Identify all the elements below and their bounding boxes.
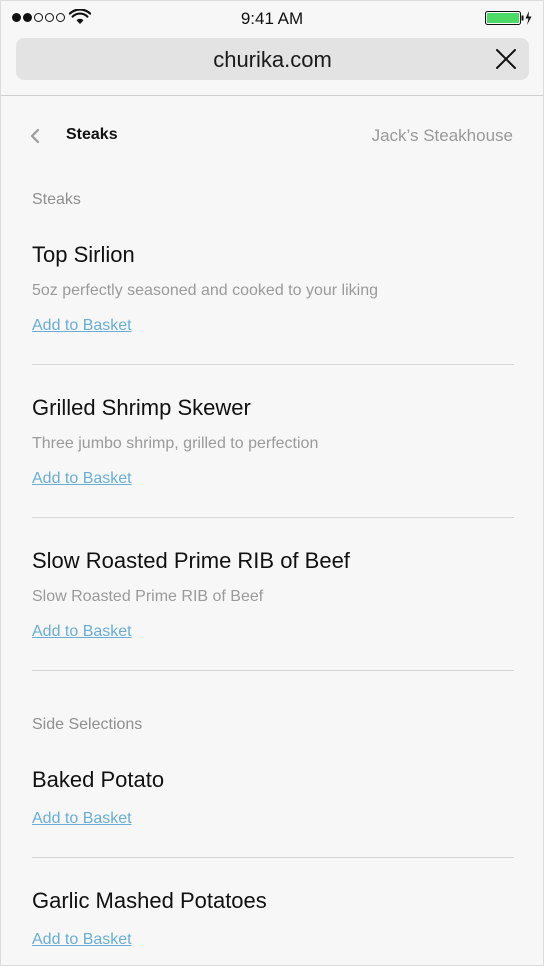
close-button[interactable] — [491, 44, 521, 74]
item-name: Grilled Shrimp Skewer — [32, 395, 251, 420]
status-time: 9:41 AM — [240, 9, 304, 28]
add-to-basket-link[interactable]: Add to Basket — [32, 931, 132, 949]
app-frame: 9:41 AM churika.com Steaks Jack’s Steakh… — [0, 0, 544, 966]
chevron-left-icon — [30, 128, 40, 144]
restaurant-name: Jack’s Steakhouse — [371, 126, 513, 145]
add-to-basket-link[interactable]: Add to Basket — [32, 317, 132, 335]
item-name: Slow Roasted Prime RIB of Beef — [32, 548, 350, 573]
url-text: churika.com — [213, 47, 332, 72]
section-header-steaks: Steaks — [32, 191, 81, 208]
page-nav: Steaks Jack’s Steakhouse — [1, 121, 543, 151]
status-bar: 9:41 AM — [1, 1, 543, 35]
menu-item: Garlic Mashed Potatoes Add to Basket — [32, 888, 514, 949]
item-divider — [32, 364, 514, 365]
menu-list: Steaks Top Sirlion 5oz perfectly seasone… — [32, 151, 514, 949]
menu-item: Baked Potato Add to Basket — [32, 767, 514, 828]
item-name: Garlic Mashed Potatoes — [32, 888, 267, 913]
item-divider — [32, 670, 514, 671]
close-icon — [496, 49, 516, 69]
item-name: Baked Potato — [32, 767, 165, 792]
item-description: 5oz perfectly seasoned and cooked to you… — [32, 282, 378, 299]
address-bar[interactable]: churika.com — [16, 38, 529, 80]
item-name: Top Sirlion — [32, 242, 135, 267]
item-description: Slow Roasted Prime RIB of Beef — [32, 588, 264, 605]
add-to-basket-link[interactable]: Add to Basket — [32, 623, 132, 641]
item-description: Three jumbo shrimp, grilled to perfectio… — [32, 435, 319, 452]
add-to-basket-link[interactable]: Add to Basket — [32, 470, 132, 488]
item-divider — [32, 857, 514, 858]
menu-item: Slow Roasted Prime RIB of Beef Slow Roas… — [32, 548, 514, 641]
battery-icon — [485, 11, 532, 25]
menu-item: Grilled Shrimp Skewer Three jumbo shrimp… — [32, 395, 514, 488]
back-button[interactable] — [27, 125, 43, 147]
add-to-basket-link[interactable]: Add to Basket — [32, 810, 132, 828]
toolbar-divider — [1, 95, 543, 96]
item-divider — [32, 517, 514, 518]
section-header-sides: Side Selections — [32, 716, 143, 733]
page-title: Steaks — [66, 126, 118, 143]
menu-item: Top Sirlion 5oz perfectly seasoned and c… — [32, 242, 514, 335]
